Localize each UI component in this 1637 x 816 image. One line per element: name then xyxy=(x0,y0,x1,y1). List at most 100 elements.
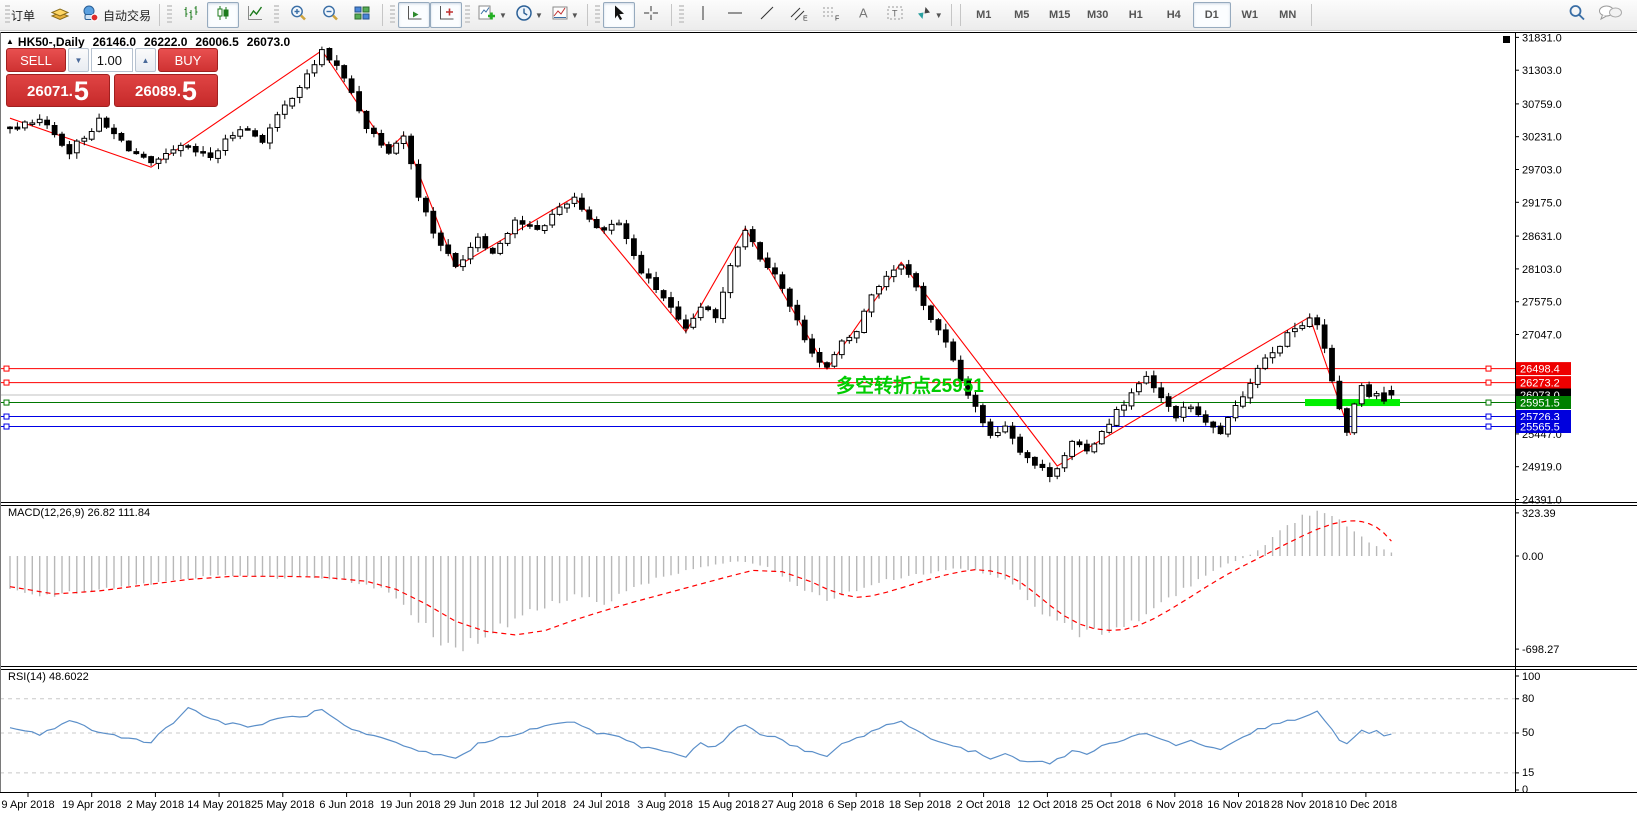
zoom-in-icon xyxy=(289,4,308,27)
vertical-line-button[interactable] xyxy=(687,2,719,28)
chat-button[interactable] xyxy=(1593,2,1627,28)
chart-shift-button[interactable] xyxy=(430,2,462,28)
timeframe-H1-button[interactable]: H1 xyxy=(1117,2,1155,28)
zoom-in-button[interactable] xyxy=(282,2,314,28)
price-tick-label: 31831.0 xyxy=(1522,32,1562,44)
date-tick-label: 12 Jul 2018 xyxy=(509,799,566,811)
label-button[interactable]: T xyxy=(879,2,911,28)
volume-input[interactable]: 1.00 xyxy=(91,48,133,72)
buy-button[interactable]: BUY xyxy=(158,48,218,72)
zoom-out-button[interactable] xyxy=(314,2,346,28)
timeframe-M30-button[interactable]: M30 xyxy=(1079,2,1117,28)
line-chart-button[interactable] xyxy=(239,2,271,28)
symbol-timeframe-label: HK50-,Daily xyxy=(18,35,85,49)
toolbar-grip xyxy=(595,5,600,25)
level-price-label: 26498.4 xyxy=(1520,364,1560,376)
toolbar-grip xyxy=(274,5,279,25)
sell-price-main: 26071. xyxy=(27,79,73,105)
date-tick-label: 18 Sep 2018 xyxy=(889,799,951,811)
toolbar-grip xyxy=(167,5,172,25)
new-order-button[interactable] xyxy=(44,2,76,28)
new-order-icon xyxy=(49,4,71,27)
timeframe-D1-button[interactable]: D1 xyxy=(1193,2,1231,28)
autotrading-button-label: 自动交易 xyxy=(103,7,151,24)
svg-text:E: E xyxy=(803,15,808,22)
candlestick-chart-button[interactable] xyxy=(207,2,239,28)
date-tick-label: 2 May 2018 xyxy=(127,799,184,811)
volume-decrease-button[interactable]: ▼ xyxy=(68,48,89,72)
channel-button[interactable]: E xyxy=(783,2,815,28)
macd-tick-label: -698.27 xyxy=(1522,644,1559,656)
timeframe-M1-button[interactable]: M1 xyxy=(965,2,1003,28)
timeframe-M15-button[interactable]: M15 xyxy=(1041,2,1079,28)
collapse-triangle-icon[interactable]: ▲ xyxy=(6,37,14,46)
sell-price-button[interactable]: 26071.5 xyxy=(6,74,110,107)
chart-shift-marker[interactable] xyxy=(1503,36,1510,43)
timeframe-W1-button[interactable]: W1 xyxy=(1231,2,1269,28)
macd-tick-label: 0.00 xyxy=(1522,551,1543,563)
toolbar-grip xyxy=(465,5,470,25)
toolbar-separator xyxy=(159,4,160,26)
sell-button[interactable]: SELL xyxy=(6,48,66,72)
templates-button[interactable]: ▼ xyxy=(547,2,583,28)
sell-price-frac: 5 xyxy=(74,78,89,105)
auto-scroll-button[interactable] xyxy=(398,2,430,28)
arrows-button[interactable]: ▼ xyxy=(911,2,947,28)
date-tick-label: 3 Aug 2018 xyxy=(637,799,693,811)
toolbar-separator xyxy=(960,4,961,26)
buy-price-frac: 5 xyxy=(182,78,197,105)
autotrading-button[interactable]: 自动交易 xyxy=(76,2,155,28)
toolbar-separator xyxy=(1311,4,1312,26)
periods-button[interactable]: ▼ xyxy=(511,2,547,28)
date-tick-label: 19 Jun 2018 xyxy=(380,799,441,811)
price-tick-label: 29175.0 xyxy=(1522,197,1562,209)
macd-tick-label: 323.39 xyxy=(1522,508,1556,520)
date-tick-label: 12 Oct 2018 xyxy=(1017,799,1077,811)
chart-canvas[interactable]: 多空转折点25951MACD(12,26,9) 26.82 111.84RSI(… xyxy=(0,0,1637,816)
indicators-icon xyxy=(477,4,497,27)
cursor-icon xyxy=(611,4,627,27)
toolbar-grip xyxy=(390,5,395,25)
fibonacci-button[interactable]: F xyxy=(815,2,847,28)
level-price-label: 25565.5 xyxy=(1520,422,1560,434)
tile-windows-icon xyxy=(353,4,371,27)
ohlc-open: 26146.0 xyxy=(93,35,136,49)
crosshair-button[interactable] xyxy=(635,2,667,28)
tile-windows-button[interactable] xyxy=(346,2,378,28)
rsi-tick-label: 0 xyxy=(1522,784,1528,796)
rsi-tick-label: 15 xyxy=(1522,767,1534,779)
orders-button[interactable]: 订单 xyxy=(2,2,44,28)
toolbar-separator xyxy=(382,4,383,26)
candlestick-chart-icon xyxy=(214,4,232,27)
chevron-down-icon: ▼ xyxy=(935,11,943,20)
search-icon xyxy=(1567,3,1588,28)
timeframe-M5-button[interactable]: M5 xyxy=(1003,2,1041,28)
search-button[interactable] xyxy=(1561,2,1593,28)
vertical-line-icon xyxy=(697,4,709,27)
horizontal-line-button[interactable] xyxy=(719,2,751,28)
chevron-down-icon: ▼ xyxy=(499,11,507,20)
date-tick-label: 9 Apr 2018 xyxy=(1,799,54,811)
zoom-out-icon xyxy=(321,4,340,27)
auto-scroll-icon xyxy=(405,4,423,27)
cursor-button[interactable] xyxy=(603,2,635,28)
date-tick-label: 25 Oct 2018 xyxy=(1081,799,1141,811)
indicators-button[interactable]: ▼ xyxy=(473,2,511,28)
timeframe-H4-button[interactable]: H4 xyxy=(1155,2,1193,28)
date-tick-label: 6 Jun 2018 xyxy=(319,799,373,811)
svg-text:T: T xyxy=(892,8,898,18)
robot-icon xyxy=(80,4,100,27)
toolbar-separator xyxy=(587,4,588,26)
date-tick-label: 10 Dec 2018 xyxy=(1335,799,1397,811)
price-tick-label: 27575.0 xyxy=(1522,297,1562,309)
text-button[interactable]: A xyxy=(847,2,879,28)
buy-price-button[interactable]: 26089.5 xyxy=(114,74,218,107)
arrows-icon xyxy=(915,4,933,27)
timeframe-MN-button[interactable]: MN xyxy=(1269,2,1307,28)
date-tick-label: 16 Nov 2018 xyxy=(1207,799,1269,811)
chart-title-bar: ▲HK50-,Daily26146.026222.026006.526073.0 xyxy=(6,35,290,49)
trendline-button[interactable] xyxy=(751,2,783,28)
bar-chart-button[interactable] xyxy=(175,2,207,28)
volume-increase-button[interactable]: ▲ xyxy=(135,48,156,72)
rsi-tick-label: 50 xyxy=(1522,727,1534,739)
